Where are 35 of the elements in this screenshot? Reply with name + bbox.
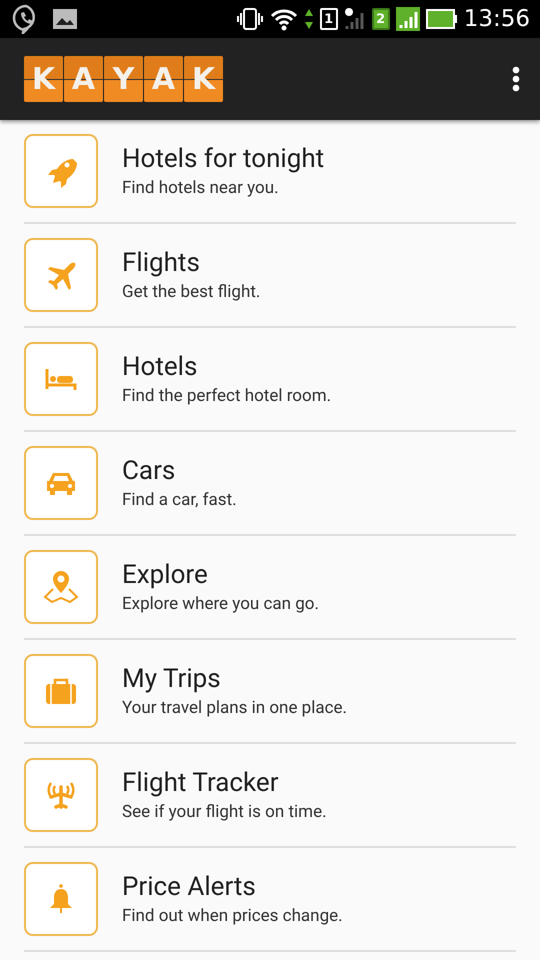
wifi-icon — [270, 7, 298, 31]
vibrate-icon — [236, 7, 264, 31]
sim-indicator: 2 — [372, 8, 390, 30]
item-subtitle: Find out when prices change. — [122, 906, 343, 926]
clock-time: 13:56 — [464, 6, 530, 32]
signal-icon — [396, 7, 420, 31]
item-title: Flights — [122, 248, 201, 278]
menu-item[interactable]: Flights Get the best flight. — [24, 224, 516, 328]
menu-item[interactable]: My Trips Your travel plans in one place. — [24, 640, 516, 744]
item-subtitle: Explore where you can go. — [122, 594, 319, 614]
item-title: My Trips — [122, 664, 222, 694]
item-title: Explore — [122, 560, 209, 590]
menu-item[interactable]: Price Alerts Find out when prices change. — [24, 848, 516, 952]
item-subtitle: Find hotels near you. — [122, 178, 280, 198]
item-title: Hotels for tonight — [122, 144, 324, 174]
battery-icon — [426, 9, 458, 29]
menu-item[interactable]: Hotels Find the perfect hotel room. — [24, 328, 516, 432]
menu-item[interactable]: Cars Find a car, fast. — [24, 432, 516, 536]
menu-item[interactable]: Flight Tracker See if your flight is on time. — [24, 744, 516, 848]
item-title: Hotels — [122, 352, 198, 382]
item-subtitle: Your travel plans in one place. — [122, 698, 348, 718]
item-subtitle: See if your flight is on time. — [122, 802, 327, 822]
signal-icon — [344, 7, 366, 31]
item-title: Flight Tracker — [122, 768, 280, 798]
item-subtitle: Find a car, fast. — [122, 490, 237, 510]
menu-item[interactable]: Hotels for tonight Find hotels near you. — [24, 120, 516, 224]
item-subtitle: Get the best flight. — [122, 282, 260, 302]
data-arrows-icon — [304, 8, 314, 30]
overflow-menu-icon[interactable] — [512, 66, 520, 92]
item-subtitle: Find the perfect hotel room. — [122, 386, 332, 406]
image-icon[interactable] — [52, 8, 78, 30]
sim-indicator: 1 — [320, 8, 338, 30]
item-title: Cars — [122, 456, 176, 486]
item-title: Price Alerts — [122, 872, 257, 902]
menu-item[interactable]: Explore Explore where you can go. — [24, 536, 516, 640]
